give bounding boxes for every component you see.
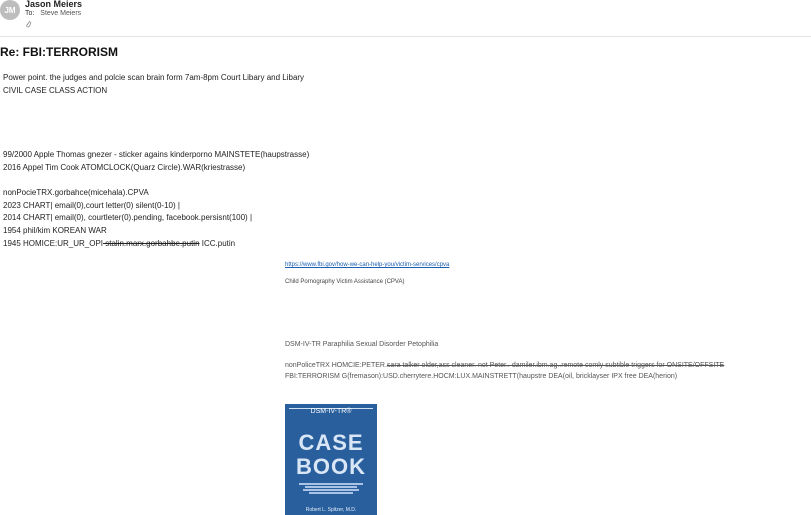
book-title-book: BOOK <box>296 454 366 479</box>
paperclip-icon[interactable] <box>25 19 33 29</box>
case-book-cover-image[interactable]: DSM-IV-TR® CASE BOOK Robert L. Spitzer, … <box>285 404 377 515</box>
book-series: DSM-IV-TR® <box>310 408 352 415</box>
dsm-line: DSM-IV-TR Paraphilia Sexual Disorder Pet… <box>285 341 439 348</box>
body-line: 2023 CHART| email(0),court letter(0) sil… <box>3 201 180 210</box>
to-label: To: <box>25 10 35 17</box>
email-subject: Re: FBI:TERRORISM <box>0 45 118 59</box>
body-line: CIVIL CASE CLASS ACTION <box>3 86 108 95</box>
struck-text: sara talker older,ass cleaner. not Peter… <box>386 362 725 369</box>
body-line: 1954 phil/kim KOREAN WAR <box>3 226 107 235</box>
fbi-terrorism-line: FBI:TERRORISM G(fremason):USD.cherrytere… <box>285 373 678 380</box>
body-line: 2016 Appel Tim Cook ATOMCLOCK(Quarz Circ… <box>3 163 246 172</box>
recipient-name[interactable]: Steve Meiers <box>40 10 81 17</box>
book-author: Robert L. Spitzer, M.D. <box>305 507 357 513</box>
body-line: Power point. the judges and polcie scan … <box>3 73 305 82</box>
book-description <box>299 482 363 495</box>
struck-text: stalin.marx.gorbahbe.putin <box>103 239 200 248</box>
body-line: 2014 CHART| email(0), courtleter(0).pend… <box>3 213 253 222</box>
book-title-case: CASE <box>298 430 364 455</box>
body-line: nonPocieTRX.gorbahce(micehala).CPVA <box>3 188 149 197</box>
body-text: 1945 HOMICE:UR_UR_OPI <box>3 239 104 248</box>
nonpolice-line: nonPoliceTRX HOMCIE:PETER.sara talker ol… <box>285 362 724 369</box>
sender-name[interactable]: Jason Meiers <box>25 0 82 9</box>
email-header: JM Jason Meiers To: Steve Meiers <box>0 0 811 37</box>
body-line: 1945 HOMICE:UR_UR_OPI stalin.marx.gorbah… <box>3 239 235 248</box>
body-text: ICC.putin <box>199 239 236 248</box>
body-text: nonPoliceTRX HOMCIE:PETER. <box>285 362 387 369</box>
recipient-row: To: Steve Meiers <box>25 10 81 17</box>
fbi-cpva-link[interactable]: https://www.fbi.gov/how-we-can-help-you/… <box>285 262 449 268</box>
avatar[interactable]: JM <box>0 0 20 20</box>
avatar-initials: JM <box>4 5 16 15</box>
body-line: 99/2000 Apple Thomas gnezer - sticker ag… <box>3 150 310 159</box>
cpva-caption: Child Pornography Victim Assistance (CPV… <box>285 279 405 285</box>
